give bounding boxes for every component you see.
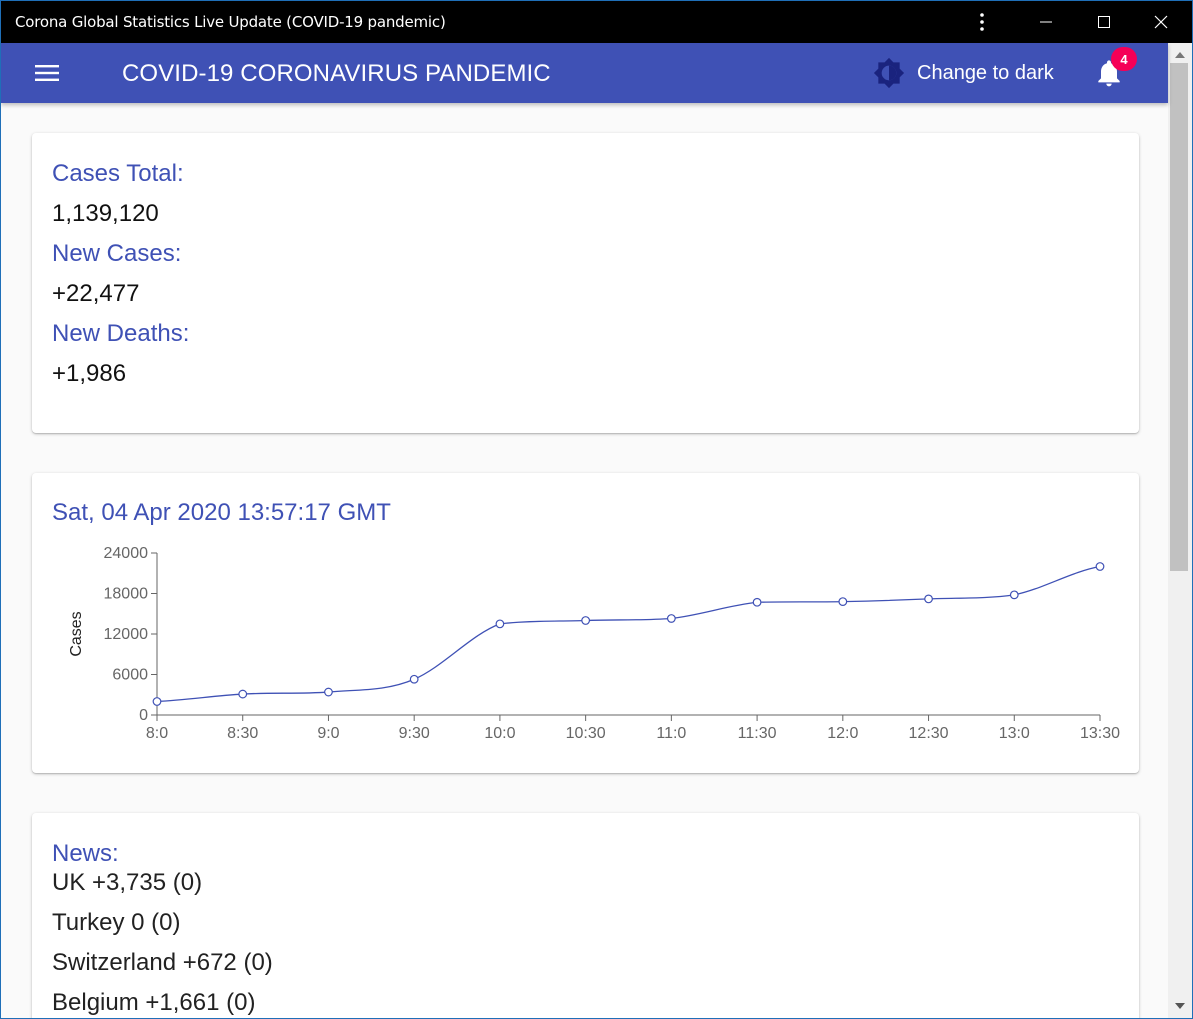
- data-point-10-0: [495, 619, 505, 629]
- more-options-button[interactable]: [953, 1, 1011, 43]
- x-tick-label: 12:0: [827, 725, 858, 742]
- window-title: Corona Global Statistics Live Update (CO…: [15, 13, 446, 31]
- cases-total-label: Cases Total:: [52, 160, 184, 187]
- y-tick-label: 12000: [104, 626, 149, 643]
- maximize-button[interactable]: [1075, 1, 1133, 43]
- x-tick-label: 10:0: [484, 725, 515, 742]
- theme-toggle-label: Change to dark: [917, 61, 1054, 84]
- close-button[interactable]: [1132, 1, 1190, 43]
- scroll-down-arrow-icon: [1175, 1003, 1185, 1009]
- notification-badge: 4: [1111, 47, 1137, 71]
- app-title: COVID-19 CORONAVIRUS PANDEMIC: [122, 60, 551, 87]
- window-titlebar[interactable]: Corona Global Statistics Live Update (CO…: [1, 1, 1192, 43]
- x-tick-label: 9:0: [317, 725, 339, 742]
- cases-line-chart: 0 6000 12000 18000 24000 8:0 8:30 9:0 9:30 10:0 10…: [68, 545, 1120, 742]
- news-item-belgium: Belgium +1,661 (0): [52, 989, 256, 1016]
- data-point-8-30: [238, 689, 248, 699]
- x-tick-label: 8:0: [146, 725, 168, 742]
- x-tick-label: 11:30: [738, 725, 777, 742]
- news-card: News: UK +3,735 (0) Turkey 0 (0) Switzer…: [32, 813, 1139, 1018]
- brightness-icon: [873, 57, 905, 89]
- new-deaths-value: +1,986: [52, 360, 127, 387]
- news-item-turkey: Turkey 0 (0): [52, 909, 181, 936]
- data-point-11-0: [666, 614, 676, 623]
- news-label: News:: [52, 840, 119, 867]
- data-point-11-30: [752, 597, 762, 607]
- x-tick-label: 9:30: [399, 725, 430, 742]
- x-tick-label: 13:0: [999, 725, 1030, 742]
- y-tick-label: 0: [139, 707, 148, 724]
- cases-total-value: 1,139,120: [52, 200, 159, 227]
- summary-card: Cases Total: 1,139,120 New Cases: +22,47…: [32, 133, 1139, 433]
- close-icon: [1154, 15, 1168, 29]
- data-point-8-0: [152, 697, 162, 706]
- data-point-13-0: [1009, 590, 1019, 600]
- data-point-9-30: [409, 674, 419, 684]
- scroll-up-arrow-icon: [1175, 52, 1185, 58]
- scroll-down-button[interactable]: [1168, 994, 1192, 1018]
- app-window: Corona Global Statistics Live Update (CO…: [0, 0, 1193, 1019]
- data-point-9-0: [324, 687, 333, 697]
- minimize-button[interactable]: [1017, 1, 1075, 43]
- chart-card: Sat, 04 Apr 2020 13:57:17 GMT 0 6000 12000…: [32, 473, 1139, 773]
- x-tick-label: 10:30: [566, 725, 606, 742]
- x-tick-label: 11:0: [656, 725, 686, 742]
- data-point-12-0: [838, 597, 848, 607]
- menu-button[interactable]: [29, 59, 65, 87]
- y-tick-label: 24000: [104, 545, 149, 562]
- x-tick-label: 12:30: [909, 725, 949, 742]
- x-tick-label: 13:30: [1080, 725, 1120, 742]
- news-item-switzerland: Switzerland +672 (0): [52, 949, 273, 976]
- data-point-10-30: [581, 616, 591, 625]
- scrollbar-thumb[interactable]: [1170, 63, 1188, 571]
- more-vertical-icon: [980, 13, 984, 31]
- change-theme-button[interactable]: Change to dark: [873, 55, 1054, 91]
- maximize-icon: [1098, 16, 1110, 28]
- hamburger-menu-icon: [35, 65, 59, 81]
- new-cases-label: New Cases:: [52, 240, 182, 267]
- minimize-icon: [1040, 21, 1052, 23]
- new-deaths-label: New Deaths:: [52, 320, 190, 347]
- data-point-13-30: [1095, 562, 1105, 571]
- app-bar: COVID-19 CORONAVIRUS PANDEMIC Change to …: [1, 43, 1168, 103]
- new-cases-value: +22,477: [52, 280, 140, 307]
- y-tick-label: 6000: [112, 667, 148, 684]
- news-item-uk: UK +3,735 (0): [52, 869, 203, 896]
- data-point-12-30: [924, 594, 933, 604]
- x-tick-label: 8:30: [227, 725, 258, 742]
- vertical-scrollbar[interactable]: [1168, 43, 1192, 1018]
- y-tick-label: 18000: [104, 586, 149, 603]
- series-line: [156, 565, 1101, 703]
- y-axis-label: Cases: [68, 611, 85, 656]
